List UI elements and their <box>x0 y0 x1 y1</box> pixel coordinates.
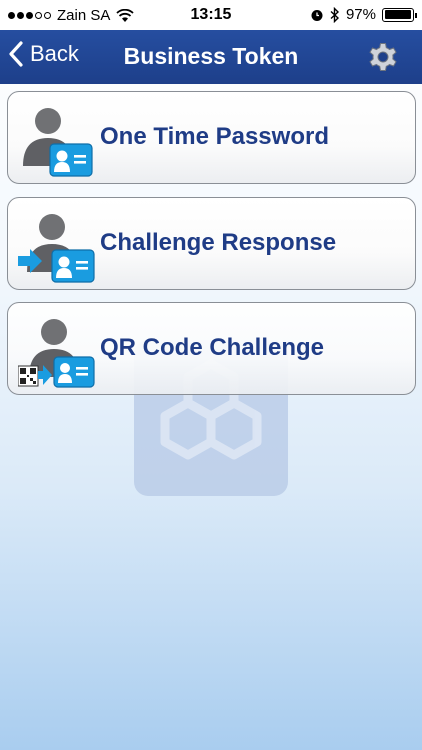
wifi-icon <box>116 8 134 22</box>
battery-icon <box>382 7 417 22</box>
status-right: 97% <box>310 6 417 23</box>
battery-fill <box>384 10 411 19</box>
status-bar: Zain SA 13:15 97% <box>0 0 422 30</box>
signal-dot <box>26 12 33 19</box>
menu-item-label: QR Code Challenge <box>100 334 325 361</box>
menu-item-challenge-response[interactable]: Challenge Response <box>7 197 416 290</box>
alarm-clock-icon <box>311 9 323 21</box>
back-label: Back <box>30 41 79 66</box>
menu-item-label: One Time Password <box>100 123 329 150</box>
battery-tip <box>415 12 417 18</box>
signal-strength-icon <box>8 12 51 19</box>
gear-icon[interactable] <box>366 40 400 74</box>
signal-dot <box>8 12 15 19</box>
battery-percent: 97% <box>345 6 376 23</box>
qr-code-user-card-icon <box>18 319 95 388</box>
navigation-bar: Back Business Token <box>0 30 422 84</box>
chevron-left-icon <box>9 41 23 67</box>
bluetooth-icon <box>330 6 339 23</box>
status-left: Zain SA <box>8 7 134 24</box>
challenge-arrow-user-card-icon <box>18 214 95 283</box>
menu-item-qr-code-challenge[interactable]: QR Code Challenge <box>7 302 416 395</box>
otp-user-card-icon <box>23 108 93 177</box>
signal-dot <box>17 12 24 19</box>
signal-dot <box>35 12 42 19</box>
signal-dot <box>44 12 51 19</box>
back-button[interactable]: Back <box>8 40 79 68</box>
menu-item-label: Challenge Response <box>100 229 337 256</box>
qr-code-icon <box>18 365 39 387</box>
menu-item-one-time-password[interactable]: One Time Password <box>7 91 416 184</box>
carrier-name: Zain SA <box>57 7 111 24</box>
